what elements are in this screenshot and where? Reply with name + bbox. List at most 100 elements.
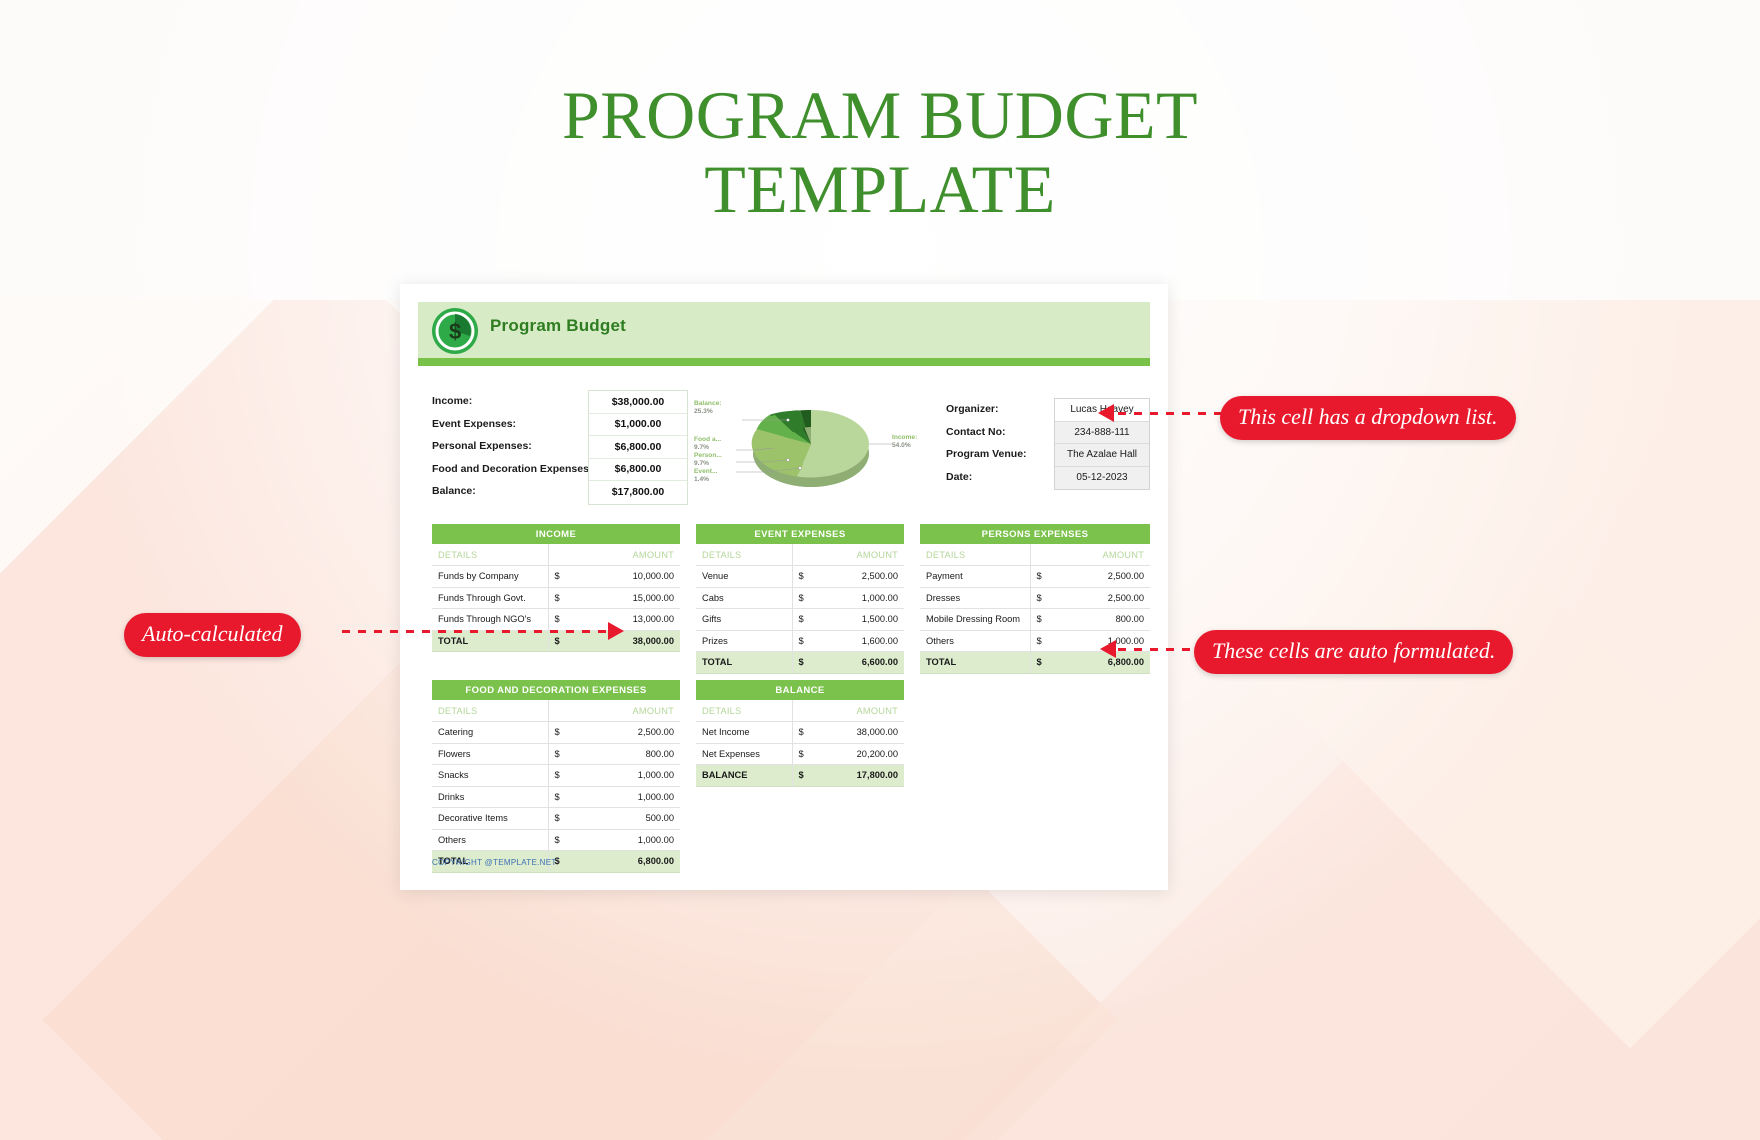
summary-value-income[interactable]: $38,000.00 [589, 391, 687, 414]
date-value-cell[interactable]: 05-12-2023 [1055, 466, 1149, 489]
cell-detail[interactable]: Others [920, 630, 1030, 652]
table-row: Payment $ 2,500.00 [920, 565, 1150, 588]
cell-detail[interactable]: Funds Through NGO's [432, 608, 548, 631]
col-amount: AMOUNT [818, 544, 904, 566]
cell-amount[interactable]: 800.00 [574, 743, 680, 765]
summary-value-balance[interactable]: $17,800.00 [589, 481, 687, 504]
contact-value-cell[interactable]: 234-888-111 [1055, 421, 1149, 444]
cell-amount[interactable]: 20,200.00 [818, 743, 904, 765]
cell-amount[interactable]: 2,500.00 [818, 565, 904, 588]
summary-label: Income: [432, 395, 473, 408]
page-title-line2: TEMPLATE [704, 151, 1056, 227]
cell-detail[interactable]: Funds Through Govt. [432, 587, 548, 609]
cell-currency: $ [1029, 587, 1056, 609]
cell-currency: $ [791, 587, 818, 609]
col-currency [547, 700, 574, 722]
table-row: Snacks $ 1,000.00 [432, 764, 680, 787]
col-currency [791, 700, 818, 722]
col-details: DETAILS [432, 700, 548, 722]
chart-label-personal: Person... 9.7% [694, 452, 722, 468]
auto-formulated-arrow [1100, 640, 1116, 658]
cell-detail[interactable]: Dresses [920, 587, 1030, 609]
cell-currency: $ [547, 565, 574, 588]
cell-currency: $ [547, 829, 574, 851]
cell-detail[interactable]: Drinks [432, 786, 548, 808]
cell-currency: $ [791, 608, 818, 631]
cell-amount[interactable]: 2,500.00 [1056, 587, 1150, 609]
cell-currency: $ [547, 764, 574, 787]
table-row: DETAILS AMOUNT [432, 700, 680, 722]
table-row: Flowers $ 800.00 [432, 743, 680, 765]
cell-detail[interactable]: Snacks [432, 764, 548, 787]
cell-amount[interactable]: 1,600.00 [818, 630, 904, 652]
col-details: DETAILS [432, 544, 548, 566]
cell-amount[interactable]: 2,500.00 [574, 721, 680, 744]
cell-currency: $ [791, 651, 818, 674]
callout-auto-formulated: These cells are auto formulated. [1194, 630, 1514, 674]
table-row: Gifts $ 1,500.00 [696, 608, 904, 631]
table-event-expenses: EVENT EXPENSES DETAILS AMOUNT Venue $ 2,… [696, 524, 904, 674]
venue-value-cell[interactable]: The Azalae Hall [1055, 444, 1149, 467]
copyright-footer[interactable]: COPYRIGHT @TEMPLATE.NET [432, 858, 557, 867]
cell-total-amount[interactable]: 6,800.00 [574, 850, 680, 873]
table-row: Net Expenses $ 20,200.00 [696, 743, 904, 765]
dropdown-callout-connector [1118, 412, 1222, 415]
cell-amount[interactable]: 2,500.00 [1056, 565, 1150, 588]
cell-detail[interactable]: Gifts [696, 608, 792, 631]
sheet-accent-rule [418, 358, 1150, 366]
cell-currency: $ [791, 565, 818, 588]
dollar-coin-icon: $ [432, 308, 478, 354]
cell-detail[interactable]: Funds by Company [432, 565, 548, 588]
table-row: Dresses $ 2,500.00 [920, 587, 1150, 609]
table-row: Venue $ 2,500.00 [696, 565, 904, 588]
summary-value-event-expenses[interactable]: $1,000.00 [589, 413, 687, 436]
cell-detail[interactable]: Others [432, 829, 548, 851]
cell-amount[interactable]: 500.00 [574, 807, 680, 830]
cell-detail[interactable]: Net Expenses [696, 743, 792, 765]
cell-total-label: TOTAL [432, 630, 548, 652]
cell-currency: $ [547, 630, 574, 652]
summary-value-food-decoration[interactable]: $6,800.00 [589, 458, 687, 481]
cell-amount[interactable]: 1,000.00 [574, 829, 680, 851]
cell-amount[interactable]: 1,000.00 [818, 587, 904, 609]
table-row: Catering $ 2,500.00 [432, 721, 680, 744]
cell-detail[interactable]: Flowers [432, 743, 548, 765]
col-details: DETAILS [920, 544, 1030, 566]
cell-total-amount[interactable]: 6,600.00 [818, 651, 904, 674]
cell-amount[interactable]: 13,000.00 [574, 608, 680, 631]
col-details: DETAILS [696, 544, 792, 566]
cell-amount[interactable]: 15,000.00 [574, 587, 680, 609]
cell-amount[interactable]: 1,500.00 [818, 608, 904, 631]
cell-detail[interactable]: Catering [432, 721, 548, 744]
cell-amount[interactable]: 800.00 [1056, 608, 1150, 631]
cell-amount[interactable]: 10,000.00 [574, 565, 680, 588]
table-balance-caption: BALANCE [696, 680, 904, 700]
table-persons-caption: PERSONS EXPENSES [920, 524, 1150, 544]
cell-detail[interactable]: Payment [920, 565, 1030, 588]
cell-detail[interactable]: Prizes [696, 630, 792, 652]
cell-amount[interactable]: 1,000.00 [574, 786, 680, 808]
table-row-total: BALANCE $ 17,800.00 [696, 764, 904, 787]
table-row: Funds Through NGO's $ 13,000.00 [432, 608, 680, 631]
col-currency [1029, 544, 1056, 566]
cell-total-amount[interactable]: 38,000.00 [574, 630, 680, 652]
cell-currency: $ [547, 807, 574, 830]
cell-detail[interactable]: Net Income [696, 721, 792, 744]
summary-value-personal-expenses[interactable]: $6,800.00 [589, 436, 687, 459]
cell-detail[interactable]: Decorative Items [432, 807, 548, 830]
cell-detail[interactable]: Cabs [696, 587, 792, 609]
cell-currency: $ [791, 721, 818, 744]
cell-total-amount[interactable]: 17,800.00 [818, 764, 904, 787]
chart-label-event: Event... 1.4% [694, 468, 718, 484]
cell-detail[interactable]: Venue [696, 565, 792, 588]
cell-detail[interactable]: Mobile Dressing Room [920, 608, 1030, 631]
table-row: Others $ 1,000.00 [432, 829, 680, 851]
table-row: Decorative Items $ 500.00 [432, 807, 680, 830]
cell-currency: $ [791, 630, 818, 652]
cell-amount[interactable]: 1,000.00 [574, 764, 680, 787]
page-title: PROGRAM BUDGET TEMPLATE [0, 78, 1760, 226]
cell-currency: $ [547, 608, 574, 631]
table-row: Funds by Company $ 10,000.00 [432, 565, 680, 588]
col-amount: AMOUNT [574, 544, 680, 566]
cell-amount[interactable]: 38,000.00 [818, 721, 904, 744]
